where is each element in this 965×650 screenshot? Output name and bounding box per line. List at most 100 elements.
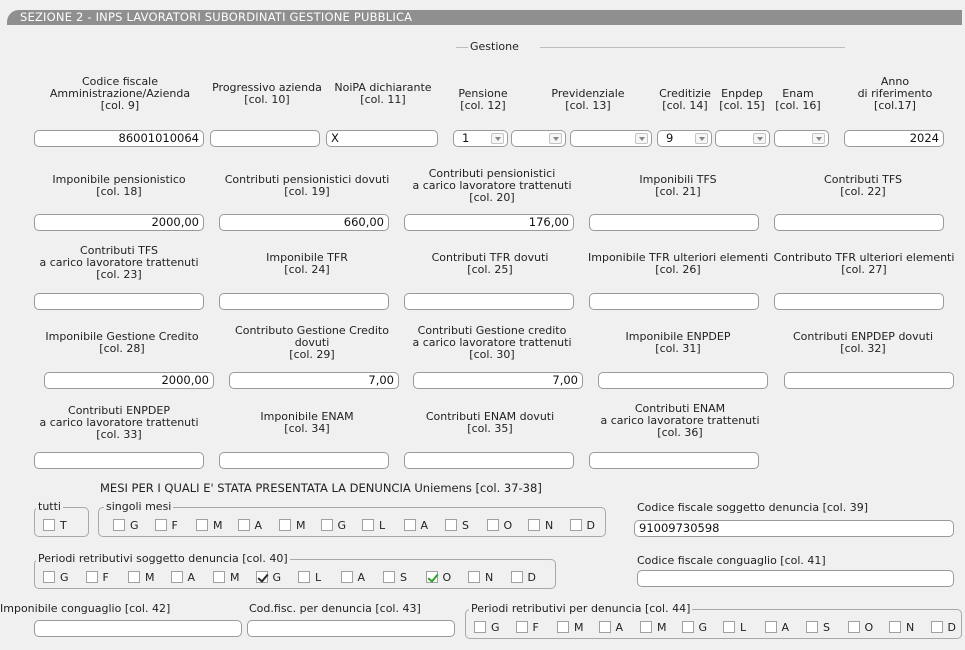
checkbox-box [847,621,860,633]
singoli-mesi-checkbox-5[interactable]: G [320,519,346,532]
label-col22: Contributi TFS [col. 22] [824,173,902,198]
previdenziale-select-1[interactable] [511,130,566,147]
periodi-col40-month-label: S [400,571,407,584]
chevron-down-icon [812,133,825,144]
previdenziale-select-2[interactable] [570,130,652,147]
checkbox-box [196,519,208,531]
singoli-mesi-checkbox-11[interactable]: D [569,519,595,532]
imponibile-gestione-credito-field[interactable]: 2000,00 [44,372,214,389]
checkbox-box [279,519,291,531]
contributi-pensionistici-dovuti-field[interactable]: 660,00 [219,214,389,231]
periodi-col44-checkbox-10[interactable]: N [889,621,914,634]
periodi-col40-checkbox-8[interactable]: S [383,571,407,584]
periodi-col40-checkbox-2[interactable]: M [128,571,155,584]
periodi-col44-checkbox-8[interactable]: S [806,621,830,634]
singoli-mesi-checkbox-6[interactable]: L [362,519,385,532]
periodi-col44-checkbox-1[interactable]: F [515,621,539,634]
singoli-mesi-checkbox-7[interactable]: A [403,519,428,532]
label-col13: Previdenziale [col. 13] [551,87,625,112]
imponibile-enpdep-field[interactable] [598,372,768,389]
periodi-col44-month-label: S [823,621,830,634]
contributi-pensionistici-trattenuti-field[interactable]: 176,00 [404,214,574,231]
singoli-mesi-checkbox-8[interactable]: S [445,519,469,532]
checkbox-box [383,571,395,583]
contributi-tfs-field[interactable] [774,214,944,231]
periodi-col40-checkbox-1[interactable]: F [85,571,109,584]
pensione-select[interactable]: 1 [453,130,508,147]
checkbox-box [474,621,486,633]
contributi-tfs-trattenuti-field[interactable] [34,293,204,310]
imponibile-tfr-ulteriori-field[interactable] [589,293,759,310]
contributo-gestione-credito-dovuti-field[interactable]: 7,00 [229,372,399,389]
noipa-dichiarante-field[interactable]: X [326,130,438,147]
contributi-enpdep-dovuti-field[interactable] [784,372,954,389]
singoli-mesi-checkbox-0[interactable]: G [113,519,139,532]
periodi-col40-month-label: O [442,571,452,584]
checkbox-box [237,519,250,531]
imponibile-tfr-field[interactable] [219,293,389,310]
imponibile-enam-field[interactable] [219,452,389,469]
periodi-col40-month-label: A [187,571,196,584]
gestione-divider-left [456,47,468,48]
periodi-col40-checkbox-9[interactable]: O [425,571,452,584]
contributi-gestione-credito-trattenuti-field[interactable]: 7,00 [413,372,583,389]
periodi-col44-checkbox-2[interactable]: M [557,621,584,634]
periodi-col40-checkbox-7[interactable]: A [340,571,365,584]
periodi-col44-checkbox-9[interactable]: O [847,621,873,634]
codfisc-per-denuncia-field[interactable] [247,620,455,637]
periodi-col44-checkbox-0[interactable]: G [474,621,500,634]
periodi-col40-checkbox-5[interactable]: G [255,571,281,584]
periodi-col44-checkbox-6[interactable]: L [723,621,746,634]
contributi-tfr-dovuti-field[interactable] [404,293,574,310]
periodi-col44-checkbox-4[interactable]: M [640,621,667,634]
label-col41: Codice fiscale conguaglio [col. 41] [637,554,826,567]
anno-riferimento-field[interactable]: 2024 [844,130,944,147]
imponibile-conguaglio-field[interactable] [34,620,242,637]
periodi-col40-checkbox-11[interactable]: D [510,571,536,584]
singoli-mesi-checkbox-3[interactable]: A [237,519,262,532]
singoli-mesi-checkbox-9[interactable]: O [486,519,513,532]
singoli-mesi-month-label: L [379,519,386,532]
label-col10: Progressivo azienda [col. 10] [212,81,322,106]
contributi-enam-dovuti-field[interactable] [404,452,574,469]
singoli-mesi-legend: singoli mesi [104,500,174,513]
checkbox-box [681,621,694,633]
checkbox-box [128,571,140,583]
label-col23: Contributi TFS a carico lavoratore tratte… [39,244,199,281]
singoli-mesi-month-label: O [503,519,513,532]
creditizie-select[interactable]: 9 [657,130,712,147]
singoli-mesi-checkbox-10[interactable]: N [528,519,553,532]
mesi-heading: MESI PER I QUALI E' STATA PRESENTATA LA … [100,481,542,495]
contributi-enpdep-trattenuti-field[interactable] [34,452,204,469]
periodi-col40-checkbox-6[interactable]: L [298,571,321,584]
enam-select[interactable] [774,130,829,147]
singoli-mesi-checkbox-4[interactable]: M [279,519,306,532]
imponibili-tfs-field[interactable] [589,214,759,231]
periodi-col40-checkbox-4[interactable]: M [213,571,240,584]
cf-conguaglio-field[interactable] [637,570,954,587]
cf-amministrazione-field[interactable]: 86001010064 [34,130,204,147]
checkbox-box [569,519,582,531]
periodi-col40-checkbox-0[interactable]: G [43,571,69,584]
periodi-col40-checkbox-3[interactable]: A [170,571,196,584]
periodi-col44-checkbox-5[interactable]: G [681,621,707,634]
contributo-tfr-ulteriori-field[interactable] [774,293,944,310]
periodi-col44-legend: Periodi retributivi per denuncia [col. 4… [469,602,693,615]
progressivo-azienda-field[interactable] [210,130,320,147]
label-col20: Contributi pensionistici a carico lavorat… [412,167,572,204]
periodi-col44-month-label: L [740,621,747,634]
singoli-mesi-month-label: M [296,519,306,532]
singoli-mesi-checkbox-2[interactable]: M [196,519,223,532]
label-col26: Imponibile TFR ulteriori elementi [col. 2… [588,251,769,276]
gestione-label: Gestione [470,40,519,53]
periodi-col44-checkbox-7[interactable]: A [764,621,789,634]
contributi-enam-trattenuti-field[interactable] [589,452,759,469]
cf-soggetto-denuncia-field[interactable]: 91009730598 [634,520,954,537]
periodi-col40-checkbox-10[interactable]: N [468,571,493,584]
enpdep-select[interactable] [715,130,770,147]
imponibile-pensionistico-field[interactable]: 2000,00 [34,214,204,231]
singoli-mesi-checkbox-1[interactable]: F [154,519,178,532]
periodi-col44-checkbox-3[interactable]: A [598,621,623,634]
tutti-checkbox[interactable]: T [43,519,67,532]
periodi-col44-checkbox-11[interactable]: D [930,621,956,634]
